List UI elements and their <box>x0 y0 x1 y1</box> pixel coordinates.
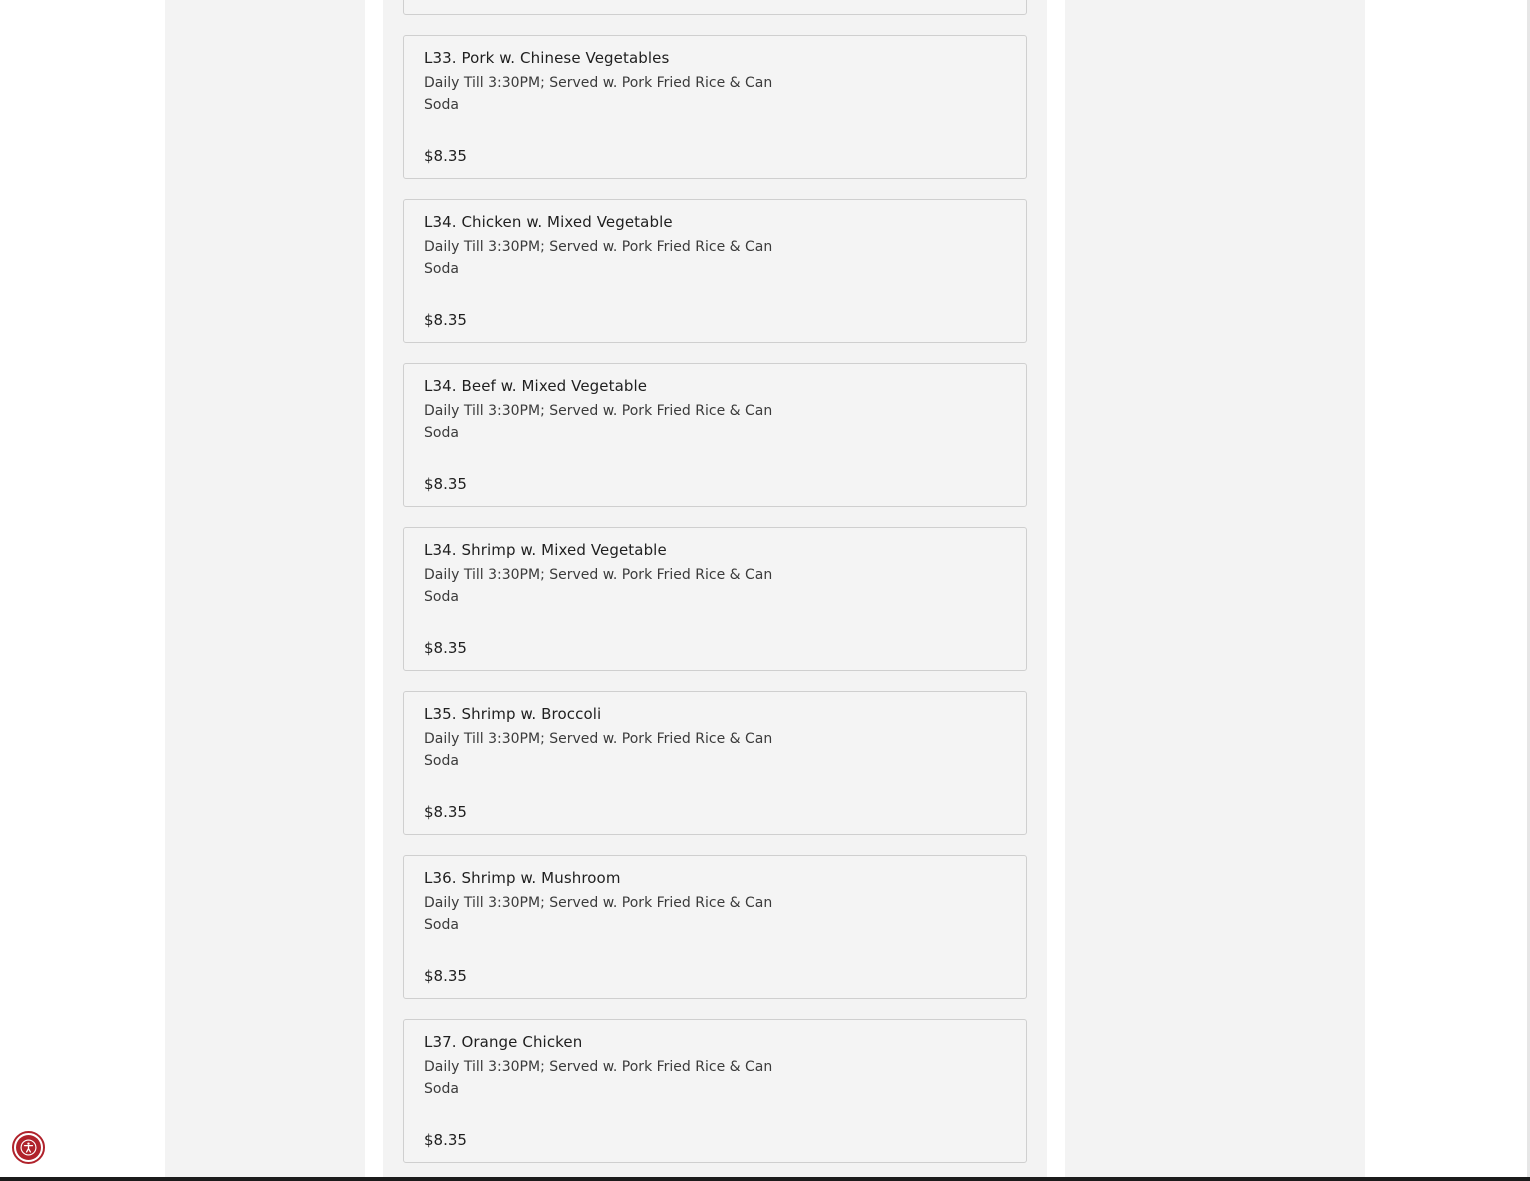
menu-item-price: $8.35 <box>424 967 467 985</box>
accessibility-icon <box>16 1135 41 1160</box>
menu-item-price: $8.35 <box>424 639 467 657</box>
menu-item-price: $8.35 <box>424 1131 467 1149</box>
menu-item-description: Daily Till 3:30PM; Served w. Pork Fried … <box>424 75 773 113</box>
menu-item-name: L35. Shrimp w. Broccoli <box>424 705 602 723</box>
menu-item-price: $8.35 <box>424 475 467 493</box>
right-sidebar-column <box>1065 0 1365 1181</box>
menu-item-name: L36. Shrimp w. Mushroom <box>424 869 621 887</box>
menu-item-description: Daily Till 3:30PM; Served w. Pork Fried … <box>424 731 773 769</box>
menu-item-description: Daily Till 3:30PM; Served w. Pork Fried … <box>424 239 773 277</box>
menu-item-card[interactable]: L37. Orange Chicken Daily Till 3:30PM; S… <box>403 1019 1027 1163</box>
menu-item-description: Daily Till 3:30PM; Served w. Pork Fried … <box>424 895 773 933</box>
menu-item-price: $8.35 <box>424 311 467 329</box>
previous-menu-item-card[interactable] <box>403 0 1027 15</box>
menu-item-name: L33. Pork w. Chinese Vegetables <box>424 49 670 67</box>
bottom-bar <box>0 1177 1530 1181</box>
menu-item-price: $8.35 <box>424 147 467 165</box>
accessibility-button[interactable] <box>12 1131 45 1164</box>
menu-item-name: L34. Shrimp w. Mixed Vegetable <box>424 541 667 559</box>
left-sidebar-column <box>165 0 365 1181</box>
menu-item-list: L33. Pork w. Chinese Vegetables Daily Ti… <box>403 35 1027 1181</box>
page: L33. Pork w. Chinese Vegetables Daily Ti… <box>0 0 1530 1181</box>
menu-item-description: Daily Till 3:30PM; Served w. Pork Fried … <box>424 567 773 605</box>
menu-item-price: $8.35 <box>424 803 467 821</box>
menu-item-description: Daily Till 3:30PM; Served w. Pork Fried … <box>424 1059 773 1097</box>
menu-item-name: L37. Orange Chicken <box>424 1033 583 1051</box>
menu-item-card[interactable]: L34. Beef w. Mixed Vegetable Daily Till … <box>403 363 1027 507</box>
menu-item-name: L34. Beef w. Mixed Vegetable <box>424 377 648 395</box>
menu-item-description: Daily Till 3:30PM; Served w. Pork Fried … <box>424 403 773 441</box>
menu-item-card[interactable]: L34. Shrimp w. Mixed Vegetable Daily Til… <box>403 527 1027 671</box>
menu-item-card[interactable]: L34. Chicken w. Mixed Vegetable Daily Ti… <box>403 199 1027 343</box>
menu-item-card[interactable]: L36. Shrimp w. Mushroom Daily Till 3:30P… <box>403 855 1027 999</box>
menu-item-card[interactable]: L35. Shrimp w. Broccoli Daily Till 3:30P… <box>403 691 1027 835</box>
menu-item-card[interactable]: L33. Pork w. Chinese Vegetables Daily Ti… <box>403 35 1027 179</box>
menu-item-name: L34. Chicken w. Mixed Vegetable <box>424 213 673 231</box>
